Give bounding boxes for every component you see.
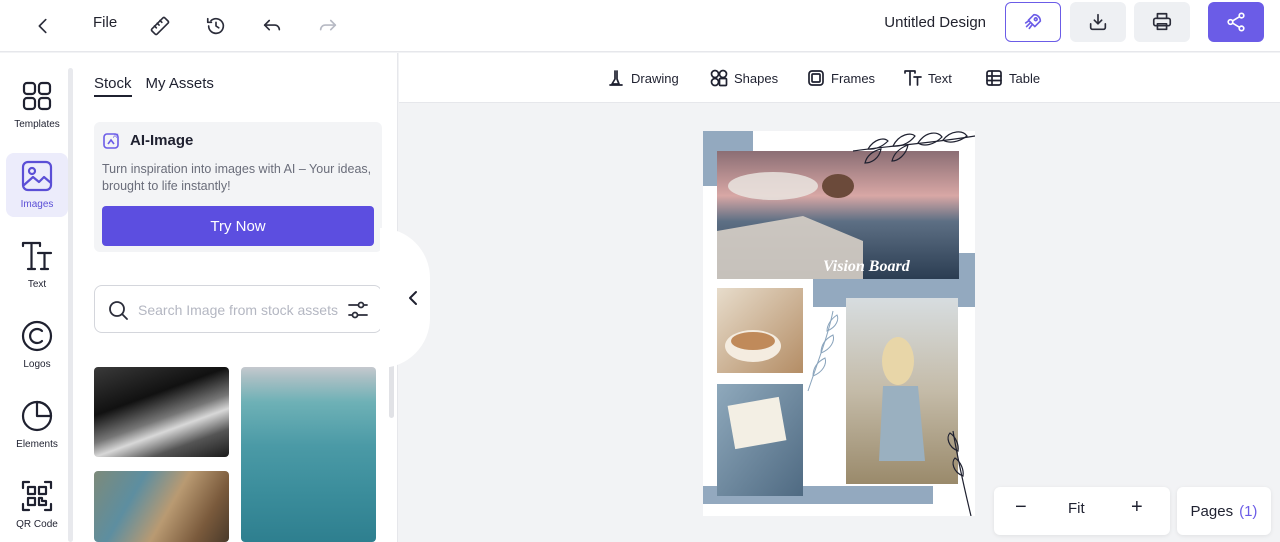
rail-scrollbar[interactable] — [68, 68, 73, 542]
logos-icon — [21, 320, 53, 352]
tool-text[interactable]: Text — [904, 69, 952, 87]
rail-label-templates: Templates — [14, 119, 60, 130]
drawing-icon — [609, 70, 623, 86]
file-menu[interactable]: File — [93, 14, 117, 31]
tool-label-shapes: Shapes — [734, 70, 779, 86]
vision-board-artwork: Vision Board — [703, 131, 975, 516]
collapse-panel-button[interactable] — [380, 228, 430, 368]
elements-icon — [21, 400, 53, 432]
left-rail: Templates Images Text Logos Elements QR … — [0, 53, 78, 542]
tool-label-frames: Frames — [831, 70, 876, 86]
rail-item-logos[interactable]: Logos — [6, 313, 68, 377]
stock-image-waterfall[interactable] — [94, 367, 229, 457]
qr-code-icon — [21, 480, 53, 512]
text-tool-icon — [904, 70, 922, 86]
zoom-level[interactable]: Fit — [1068, 500, 1085, 517]
vision-board-title: Vision Board — [823, 258, 911, 275]
asset-panel: Stock My Assets AI AI-Image Turn inspira… — [78, 53, 398, 542]
back-icon[interactable] — [27, 10, 59, 42]
zoom-in-button[interactable]: + — [1131, 496, 1143, 519]
rail-item-templates[interactable]: Templates — [6, 73, 68, 137]
rocket-button[interactable] — [1005, 2, 1061, 42]
tab-my-assets[interactable]: My Assets — [146, 75, 214, 97]
print-button[interactable] — [1134, 2, 1190, 42]
ruler-icon[interactable] — [144, 10, 176, 42]
ai-image-header: AI AI-Image — [102, 130, 193, 150]
images-icon — [21, 160, 53, 192]
rail-label-images: Images — [20, 199, 54, 210]
shapes-icon — [710, 69, 728, 87]
rail-label-qr-code: QR Code — [16, 519, 58, 530]
text-icon — [21, 241, 53, 271]
try-now-button[interactable]: Try Now — [102, 206, 374, 246]
zoom-out-button[interactable]: − — [1015, 496, 1027, 519]
tool-label-text: Text — [928, 70, 952, 86]
ai-image-title: AI-Image — [130, 131, 194, 149]
panel-tabs: Stock My Assets — [94, 75, 214, 97]
tab-stock[interactable]: Stock — [94, 75, 132, 97]
pages-count: (1) — [1239, 502, 1258, 520]
tool-table[interactable]: Table — [985, 69, 1040, 87]
chevron-left-icon — [409, 291, 417, 305]
svg-text:AI: AI — [113, 134, 119, 140]
history-icon[interactable] — [200, 10, 232, 42]
undo-icon[interactable] — [256, 10, 288, 42]
tool-label-drawing: Drawing — [631, 70, 679, 86]
redo-icon[interactable] — [312, 10, 344, 42]
share-icon — [1227, 12, 1245, 32]
design-canvas[interactable]: Vision Board — [703, 131, 975, 516]
search-input[interactable] — [138, 299, 338, 321]
download-button[interactable] — [1070, 2, 1126, 42]
download-icon — [1089, 13, 1107, 31]
filter-icon[interactable] — [347, 299, 369, 321]
blue-leaf-decoration — [807, 310, 839, 392]
document-title[interactable]: Untitled Design — [884, 14, 986, 31]
pages-label: Pages — [1190, 502, 1234, 520]
print-icon — [1152, 12, 1172, 31]
rail-item-text[interactable]: Text — [6, 233, 68, 297]
stock-search — [94, 285, 382, 333]
rail-item-qr-code[interactable]: QR Code — [6, 473, 68, 537]
stock-image-ocean[interactable] — [241, 367, 376, 542]
rail-item-elements[interactable]: Elements — [6, 393, 68, 457]
rail-item-images[interactable]: Images — [6, 153, 68, 217]
top-bar: File Untitled Design — [0, 0, 1280, 52]
search-icon — [107, 299, 129, 321]
templates-icon — [22, 81, 52, 111]
frames-icon — [808, 70, 824, 86]
ai-image-card: AI AI-Image Turn inspiration into images… — [94, 122, 382, 252]
ai-image-icon: AI — [103, 133, 119, 149]
table-icon — [986, 70, 1002, 86]
share-button[interactable] — [1208, 2, 1264, 42]
stock-image-aerial[interactable] — [94, 471, 229, 542]
rail-label-text: Text — [27, 279, 47, 290]
rocket-icon — [1024, 13, 1042, 30]
rail-label-elements: Elements — [16, 439, 58, 450]
ai-image-description: Turn inspiration into images with AI – Y… — [102, 162, 372, 193]
rail-label-logos: Logos — [23, 359, 51, 370]
tool-strip: Drawing Shapes Frames Text Table — [399, 53, 1280, 103]
zoom-controls: − Fit + — [994, 487, 1170, 535]
tool-drawing[interactable]: Drawing — [607, 69, 679, 87]
tool-frames[interactable]: Frames — [807, 69, 875, 87]
pages-button[interactable]: Pages (1) — [1177, 487, 1271, 535]
tool-shapes[interactable]: Shapes — [710, 69, 778, 87]
tool-label-table: Table — [1009, 70, 1041, 86]
